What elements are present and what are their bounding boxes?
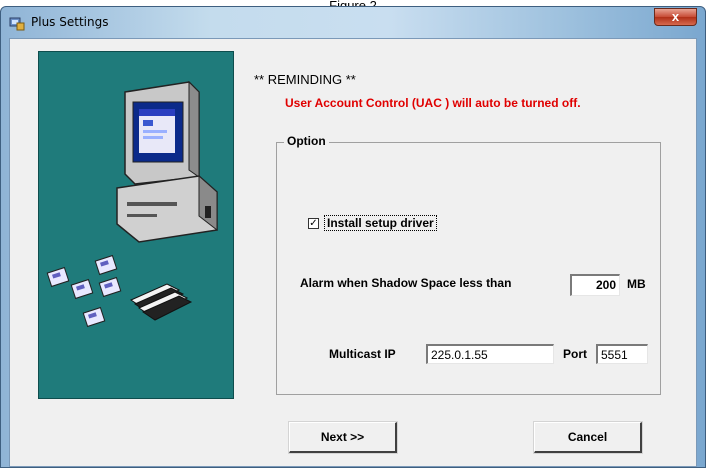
reminding-heading: ** REMINDING **	[254, 72, 356, 87]
option-group-label: Option	[284, 134, 329, 148]
close-icon: x	[671, 9, 680, 24]
multicast-ip-input[interactable]: 225.0.1.55	[426, 344, 554, 364]
cancel-button[interactable]: Cancel	[533, 421, 643, 454]
app-icon	[9, 17, 25, 31]
port-label: Port	[563, 347, 587, 361]
shadow-space-label: Alarm when Shadow Space less than	[300, 276, 512, 290]
plus-settings-window: Plus Settings x ** REMINDING ** User Acc…	[0, 6, 706, 468]
title-bar[interactable]: Plus Settings x	[1, 7, 705, 37]
computer-icon	[46, 80, 218, 328]
floppy-disk-icon	[46, 254, 122, 328]
dialog-client-area: ** REMINDING ** User Account Control (UA…	[9, 38, 697, 467]
uac-warning-text: User Account Control (UAC ) will auto be…	[285, 96, 581, 110]
next-button[interactable]: Next >>	[288, 421, 398, 454]
film-strip-icon	[129, 283, 193, 321]
setup-illustration	[38, 51, 234, 399]
shadow-space-input[interactable]: 200	[570, 274, 620, 296]
shadow-space-unit: MB	[627, 277, 646, 291]
port-input[interactable]: 5551	[596, 344, 648, 364]
install-driver-label[interactable]: Install setup driver	[324, 215, 437, 231]
close-button[interactable]: x	[654, 8, 697, 26]
window-title: Plus Settings	[31, 15, 109, 29]
multicast-ip-label: Multicast IP	[329, 347, 396, 361]
install-driver-checkbox[interactable]: ✓	[308, 218, 319, 229]
